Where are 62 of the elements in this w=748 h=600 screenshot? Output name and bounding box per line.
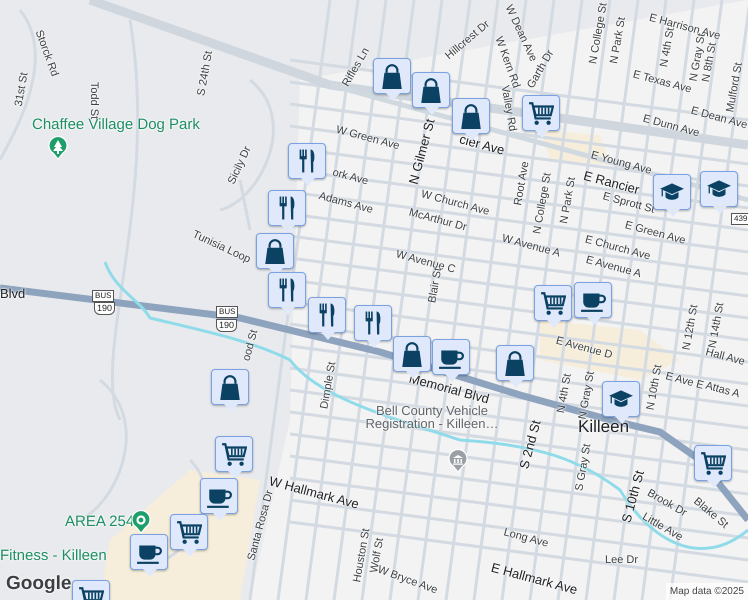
route-shield: 439	[731, 213, 748, 225]
tree-pin-icon[interactable]	[48, 136, 68, 160]
shopping-cart-icon	[221, 441, 247, 467]
street-label: E Ave E	[664, 371, 705, 392]
street-label: Adams Ave	[318, 191, 374, 216]
street-label: Santa Rosa Dr	[246, 489, 276, 562]
fork-knife-icon	[279, 278, 295, 302]
street-label: Mulford St	[725, 62, 745, 114]
place-label: Fitness - Killeen	[0, 548, 107, 563]
street-label: N 4th St	[556, 372, 574, 414]
fork-knife-icon	[365, 311, 381, 335]
city-label: Killeen	[578, 418, 630, 435]
shopping-cart-icon	[528, 100, 554, 126]
street-map-drawing[interactable]	[0, 0, 748, 600]
route-shield: BUS	[216, 306, 238, 318]
street-label: W Avenue A	[500, 233, 562, 260]
street-label: Lee Dr	[605, 555, 638, 566]
street-label: Blvd	[0, 287, 26, 300]
street-label: E Green Ave	[624, 220, 687, 247]
shopping-cart-icon	[540, 290, 566, 316]
street-label: S Gray St	[574, 443, 594, 492]
street-label: Storck Rd	[32, 28, 60, 78]
street-label: Hall Ave	[704, 347, 746, 368]
street-label: Sicily Dr	[226, 144, 254, 186]
street-label: 31st St	[14, 72, 31, 108]
street-label: cier Ave	[458, 132, 506, 157]
street-label: E Hallmark Ave	[490, 560, 579, 596]
street-label: N 12th St	[682, 304, 700, 352]
fork-knife-icon	[299, 149, 315, 173]
street-label: N College St	[532, 172, 554, 235]
fork-knife-icon	[319, 303, 335, 327]
route-shield: 190	[94, 302, 116, 315]
street-label: S 24th St	[196, 50, 215, 97]
street-label: Long Ave	[502, 527, 550, 550]
place-label: Chaffee Village Dog Park	[32, 117, 200, 132]
street-label: Root Ave	[512, 160, 532, 206]
map-logo: Google	[6, 572, 72, 596]
street-label: Todd St	[88, 82, 100, 120]
street-label: Attas A	[704, 380, 741, 400]
street-label: N 14th St	[708, 302, 726, 350]
map-attribution: Map data ©2025	[666, 583, 748, 600]
street-label: N Gray St	[578, 370, 597, 420]
street-label: ood St	[241, 328, 260, 362]
street-label: ork Ave	[331, 167, 370, 188]
fork-knife-icon	[279, 196, 295, 220]
street-label: N College St	[588, 2, 610, 65]
street-label: N Gilmer St	[406, 117, 437, 186]
street-label: N 10th St	[646, 364, 664, 412]
shopping-cart-icon	[700, 450, 726, 476]
street-label: Memorial Blvd	[408, 372, 491, 406]
shopping-cart-icon	[176, 519, 202, 545]
ring-pin-icon[interactable]	[131, 510, 151, 534]
route-shield: BUS	[92, 290, 114, 302]
street-label: S 2nd St	[517, 418, 543, 470]
street-label: E Avenue D	[554, 336, 614, 362]
route-shield: 190	[216, 319, 238, 332]
building-pin-icon[interactable]	[448, 449, 468, 473]
street-label: Dimple St	[319, 361, 338, 410]
street-label: N Park St	[559, 176, 578, 225]
street-label: W Green Ave	[334, 124, 401, 152]
street-label: N Park St	[609, 16, 628, 65]
street-label: E Dunn Ave	[642, 114, 700, 140]
